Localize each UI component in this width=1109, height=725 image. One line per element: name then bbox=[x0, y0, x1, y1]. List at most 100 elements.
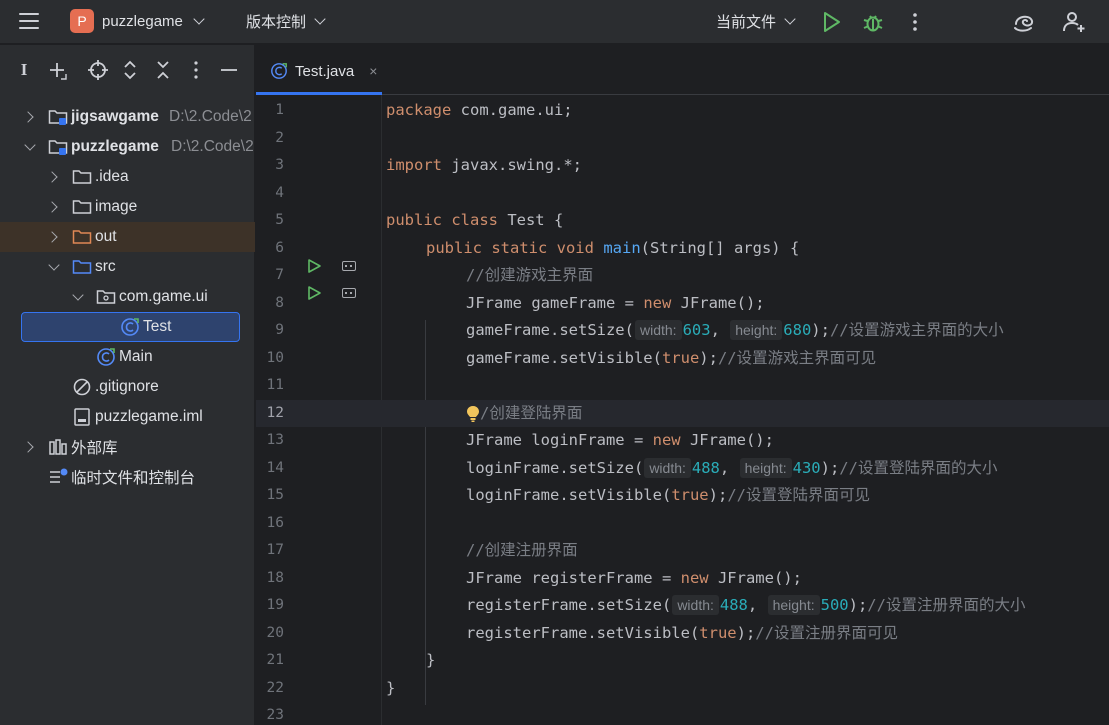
tree-item-package[interactable]: com.game.ui bbox=[0, 282, 255, 312]
package-icon bbox=[96, 290, 116, 304]
tree-item-label: puzzlegame.iml bbox=[95, 408, 203, 425]
chevron-right-icon[interactable] bbox=[46, 171, 58, 183]
code-line[interactable]: 2 bbox=[256, 125, 1109, 153]
tab-test-java[interactable]: Test.java × bbox=[270, 59, 377, 83]
chevron-down-icon[interactable] bbox=[72, 289, 84, 301]
param-hint: height: bbox=[739, 457, 792, 478]
code-line[interactable]: 16 bbox=[256, 510, 1109, 538]
code-line[interactable]: 15 loginFrame.setVisible(true);//设置登陆界面可… bbox=[256, 482, 1109, 510]
code-line[interactable]: 17 //创建注册界面 bbox=[256, 537, 1109, 565]
line-number: 4 bbox=[275, 184, 284, 201]
code-text: registerFrame.setSize(width: 488, height:… bbox=[466, 595, 1026, 615]
project-badge: P bbox=[70, 9, 94, 33]
line-number: 14 bbox=[266, 459, 284, 476]
code-comment: //创建注册界面 bbox=[466, 541, 578, 559]
library-icon bbox=[49, 439, 67, 455]
code-line[interactable]: 23 bbox=[256, 702, 1109, 725]
tree-item-label: Main bbox=[119, 348, 153, 365]
title-bar: P puzzlegame 版本控制 当前文件 bbox=[0, 0, 1109, 44]
folder-icon bbox=[72, 200, 92, 214]
code-line[interactable]: 7 //创建游戏主界面 bbox=[256, 262, 1109, 290]
chevron-right-icon[interactable] bbox=[46, 231, 58, 243]
ignore-file-icon bbox=[73, 378, 91, 396]
expand-all-icon[interactable] bbox=[120, 59, 140, 81]
code-line[interactable]: 19 registerFrame.setSize(width: 488, heig… bbox=[256, 592, 1109, 620]
chevron-down-icon bbox=[314, 13, 326, 25]
code-line-current[interactable]: 12 /创建登陆界面 bbox=[256, 399, 1109, 427]
chevron-down-icon[interactable] bbox=[24, 139, 36, 151]
line-number: 12 bbox=[266, 404, 284, 421]
tree-item-label: Test bbox=[143, 318, 172, 335]
code-line[interactable]: 18 JFrame registerFrame = new JFrame(); bbox=[256, 565, 1109, 593]
code-text: public class Test { bbox=[386, 211, 564, 229]
options-icon[interactable] bbox=[186, 59, 206, 81]
tree-item-out[interactable]: out bbox=[0, 222, 255, 252]
code-line[interactable]: 22 } bbox=[256, 675, 1109, 703]
more-vertical-icon[interactable] bbox=[903, 10, 927, 34]
chevron-down-icon[interactable] bbox=[48, 259, 60, 271]
code-line[interactable]: 11 bbox=[256, 372, 1109, 400]
collapse-all-icon[interactable] bbox=[153, 59, 173, 81]
tree-item-gitignore[interactable]: .gitignore bbox=[0, 372, 255, 402]
hide-icon[interactable] bbox=[219, 59, 239, 81]
chevron-right-icon[interactable] bbox=[22, 441, 34, 453]
line-number: 20 bbox=[266, 624, 284, 641]
line-number: 10 bbox=[266, 349, 284, 366]
tree-item-external-libraries[interactable]: 外部库 bbox=[0, 432, 255, 462]
code-text: gameFrame.setSize(width: 603, height: 680)… bbox=[466, 320, 1004, 340]
code-line[interactable]: 9 gameFrame.setSize(width: 603, height: 68… bbox=[256, 317, 1109, 345]
tree-item-puzzlegame[interactable]: puzzlegame D:\2.Code\2 bbox=[0, 132, 255, 162]
code-line[interactable]: 20 registerFrame.setVisible(true);//设置注册… bbox=[256, 620, 1109, 648]
main-menu-button[interactable] bbox=[16, 8, 42, 34]
chevron-right-icon[interactable] bbox=[22, 111, 34, 123]
code-line[interactable]: 3 import javax.swing.*; bbox=[256, 152, 1109, 180]
run-config-selector[interactable]: 当前文件 bbox=[716, 8, 796, 34]
tree-item-idea[interactable]: .idea bbox=[0, 162, 255, 192]
lightbulb-icon[interactable] bbox=[466, 405, 480, 423]
new-file-icon[interactable] bbox=[48, 59, 68, 81]
tree-item-label: jigsawgame bbox=[71, 108, 159, 125]
excluded-folder-icon bbox=[72, 230, 92, 244]
close-icon[interactable]: × bbox=[369, 63, 377, 79]
line-number: 19 bbox=[266, 597, 284, 613]
code-text: JFrame gameFrame = new JFrame(); bbox=[466, 293, 765, 312]
code-line[interactable]: 10 gameFrame.setVisible(true);//设置游戏主界面可… bbox=[256, 345, 1109, 373]
tree-item-main[interactable]: Main bbox=[0, 342, 255, 372]
code-text: loginFrame.setVisible(true);//设置登陆界面可见 bbox=[466, 486, 870, 504]
vcs-menu[interactable]: 版本控制 bbox=[246, 8, 326, 34]
tree-item-label: .gitignore bbox=[95, 378, 159, 395]
param-hint: width: bbox=[672, 595, 719, 615]
text-cursor-icon[interactable]: I bbox=[14, 59, 34, 81]
debug-icon[interactable] bbox=[861, 10, 885, 34]
code-line[interactable]: 5 public class Test { bbox=[256, 207, 1109, 235]
line-number: 6 bbox=[275, 239, 284, 256]
code-line[interactable]: 6 public static void main(String[] args)… bbox=[256, 235, 1109, 263]
source-folder-icon bbox=[72, 260, 92, 274]
tree-item-iml[interactable]: puzzlegame.iml bbox=[0, 402, 255, 432]
code-text: } bbox=[386, 678, 396, 697]
ai-assistant-icon[interactable] bbox=[1012, 10, 1036, 34]
code-line[interactable]: 4 bbox=[256, 180, 1109, 208]
line-number: 5 bbox=[275, 212, 284, 228]
code-line[interactable]: 1 package com.game.ui; bbox=[256, 97, 1109, 125]
tree-item-image[interactable]: image bbox=[0, 192, 255, 222]
project-name: puzzlegame bbox=[102, 12, 183, 30]
chevron-right-icon[interactable] bbox=[46, 201, 58, 213]
tree-item-label: 外部库 bbox=[71, 440, 118, 457]
code-line[interactable]: 21 } bbox=[256, 647, 1109, 675]
tree-item-jigsawgame[interactable]: jigsawgame D:\2.Code\2 bbox=[0, 102, 255, 132]
add-user-icon[interactable] bbox=[1062, 10, 1086, 34]
locate-icon[interactable] bbox=[88, 59, 108, 81]
tree-item-test[interactable]: Test bbox=[0, 312, 255, 342]
param-hint: width: bbox=[634, 320, 682, 340]
project-selector[interactable]: P puzzlegame bbox=[70, 7, 205, 35]
tree-item-label: image bbox=[95, 198, 138, 215]
run-icon[interactable] bbox=[819, 10, 843, 34]
project-toolbar: I bbox=[0, 45, 255, 95]
tree-item-src[interactable]: src bbox=[0, 252, 255, 282]
tree-item-scratches[interactable]: 临时文件和控制台 bbox=[0, 462, 255, 492]
code-line[interactable]: 13 JFrame loginFrame = new JFrame(); bbox=[256, 427, 1109, 455]
scratches-icon bbox=[50, 468, 68, 483]
code-line[interactable]: 8 JFrame gameFrame = new JFrame(); bbox=[256, 290, 1109, 318]
code-line[interactable]: 14 loginFrame.setSize(width: 488, height:… bbox=[256, 455, 1109, 483]
